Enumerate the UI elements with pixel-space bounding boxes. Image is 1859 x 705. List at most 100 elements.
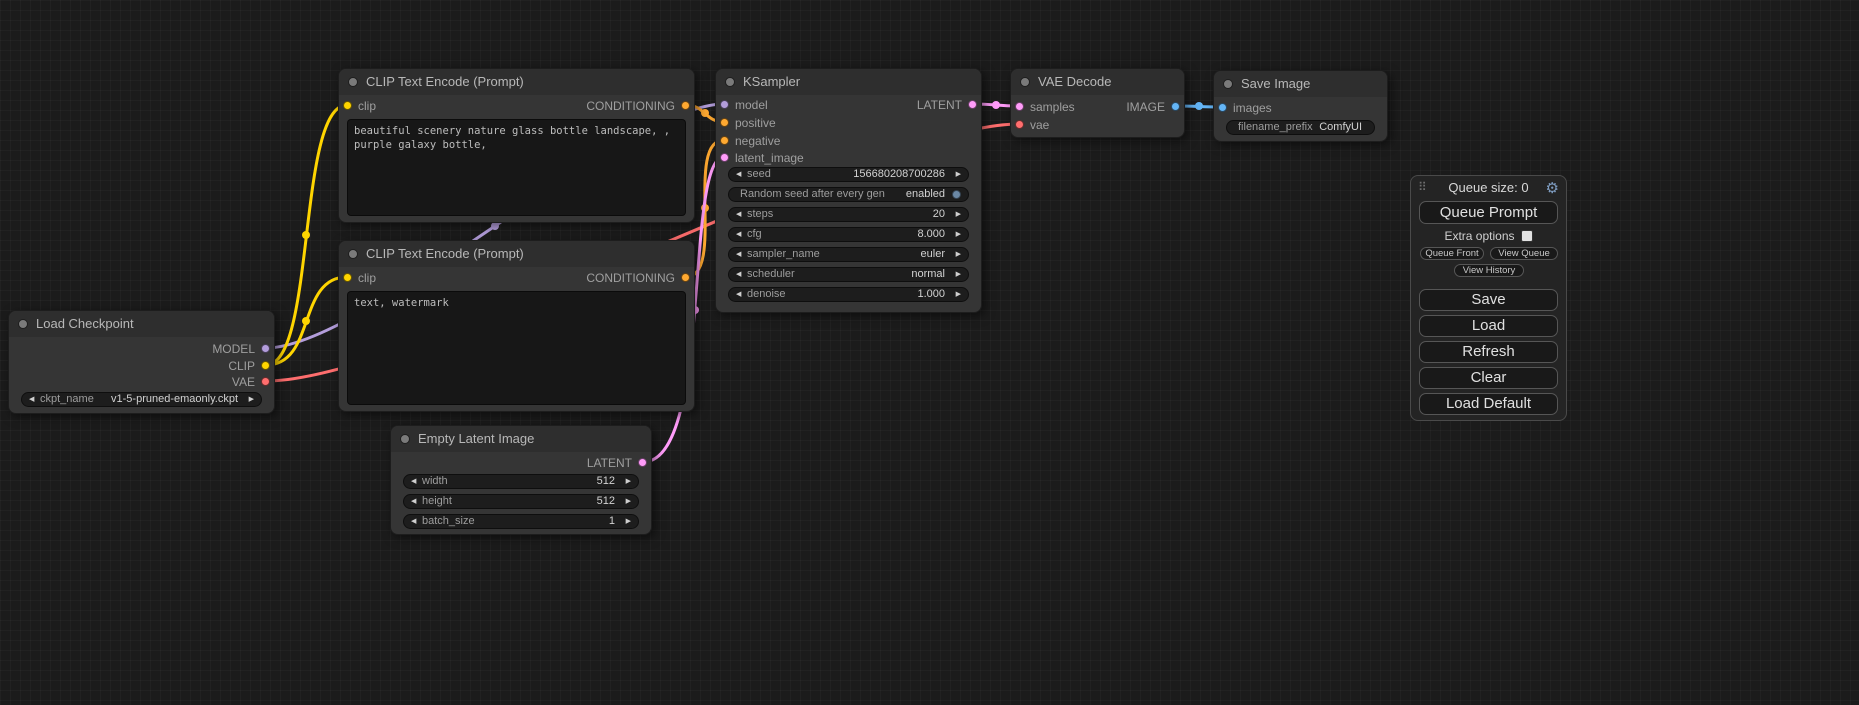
- model-slot-dot[interactable]: [720, 100, 729, 109]
- positive-prompt-textarea[interactable]: beautiful scenery nature glass bottle la…: [347, 119, 686, 216]
- right-arrow-icon[interactable]: ▶: [950, 288, 961, 301]
- conditioning-slot-dot[interactable]: [720, 118, 729, 127]
- batch-size-widget[interactable]: ◀ batch_size 1 ▶: [403, 514, 639, 529]
- left-arrow-icon[interactable]: ◀: [411, 495, 422, 508]
- input-clip[interactable]: clip: [339, 271, 376, 285]
- image-slot-dot[interactable]: [1171, 102, 1180, 111]
- collapse-dot-icon[interactable]: [1223, 79, 1233, 89]
- collapse-dot-icon[interactable]: [725, 77, 735, 87]
- refresh-button[interactable]: Refresh: [1419, 341, 1558, 363]
- sampler-name-widget[interactable]: ◀ sampler_name euler ▶: [728, 247, 969, 262]
- output-latent[interactable]: LATENT: [917, 98, 981, 112]
- empty-latent-title-bar[interactable]: Empty Latent Image: [391, 426, 651, 452]
- input-images[interactable]: images: [1214, 101, 1272, 115]
- output-image[interactable]: IMAGE: [1126, 100, 1184, 114]
- left-arrow-icon[interactable]: ◀: [736, 228, 747, 241]
- input-samples[interactable]: samples: [1011, 100, 1075, 114]
- view-history-button[interactable]: View History: [1454, 264, 1524, 277]
- input-clip[interactable]: clip: [339, 99, 376, 113]
- queue-front-button[interactable]: Queue Front: [1420, 247, 1484, 260]
- left-arrow-icon[interactable]: ◀: [736, 168, 747, 181]
- latent-slot-dot[interactable]: [968, 100, 977, 109]
- right-arrow-icon[interactable]: ▶: [950, 268, 961, 281]
- load-button[interactable]: Load: [1419, 315, 1558, 337]
- input-model[interactable]: model: [716, 98, 768, 112]
- gear-icon[interactable]: ⚙: [1546, 179, 1559, 197]
- left-arrow-icon[interactable]: ◀: [29, 393, 40, 406]
- right-arrow-icon[interactable]: ▶: [950, 168, 961, 181]
- right-arrow-icon[interactable]: ▶: [950, 208, 961, 221]
- ksampler-title-bar[interactable]: KSampler: [716, 69, 981, 95]
- wire-model-midpoint[interactable]: [491, 222, 499, 230]
- wire-clip-midpoint-2[interactable]: [302, 317, 310, 325]
- left-arrow-icon[interactable]: ◀: [736, 288, 747, 301]
- right-arrow-icon[interactable]: ▶: [950, 228, 961, 241]
- random-seed-widget[interactable]: Random seed after every gen enabled: [728, 187, 969, 202]
- output-conditioning[interactable]: CONDITIONING: [586, 271, 694, 285]
- node-load-checkpoint[interactable]: Load Checkpoint MODEL CLIP VAE ◀ ckpt_na…: [8, 310, 275, 414]
- ckpt-name-widget[interactable]: ◀ ckpt_name v1-5-pruned-emaonly.ckpt ▶: [21, 392, 262, 407]
- queue-panel[interactable]: ⠿ Queue size: 0 ⚙ Queue Prompt Extra opt…: [1410, 175, 1567, 421]
- clip-negative-title-bar[interactable]: CLIP Text Encode (Prompt): [339, 241, 694, 267]
- save-button[interactable]: Save: [1419, 289, 1558, 311]
- vae-slot-dot[interactable]: [261, 377, 270, 386]
- right-arrow-icon[interactable]: ▶: [950, 248, 961, 261]
- output-clip[interactable]: CLIP: [228, 359, 274, 373]
- seed-widget[interactable]: ◀ seed 156680208700286 ▶: [728, 167, 969, 182]
- conditioning-slot-dot[interactable]: [720, 136, 729, 145]
- denoise-widget[interactable]: ◀ denoise 1.000 ▶: [728, 287, 969, 302]
- model-slot-dot[interactable]: [261, 344, 270, 353]
- conditioning-slot-dot[interactable]: [681, 273, 690, 282]
- collapse-dot-icon[interactable]: [348, 77, 358, 87]
- filename-prefix-widget[interactable]: filename_prefix ComfyUI: [1226, 120, 1375, 135]
- queue-prompt-button[interactable]: Queue Prompt: [1419, 201, 1558, 224]
- right-arrow-icon[interactable]: ▶: [620, 495, 631, 508]
- node-vae-decode[interactable]: VAE Decode samples vae IMAGE: [1010, 68, 1185, 138]
- negative-prompt-textarea[interactable]: text, watermark: [347, 291, 686, 405]
- node-graph-canvas[interactable]: Load Checkpoint MODEL CLIP VAE ◀ ckpt_na…: [0, 0, 1859, 705]
- latent-slot-dot[interactable]: [1015, 102, 1024, 111]
- input-latent-image[interactable]: latent_image: [716, 151, 804, 165]
- vae-slot-dot[interactable]: [1015, 120, 1024, 129]
- load-checkpoint-title-bar[interactable]: Load Checkpoint: [9, 311, 274, 337]
- clip-slot-dot[interactable]: [343, 101, 352, 110]
- left-arrow-icon[interactable]: ◀: [736, 208, 747, 221]
- output-vae[interactable]: VAE: [232, 375, 274, 389]
- left-arrow-icon[interactable]: ◀: [411, 475, 422, 488]
- wire-samples-midpoint[interactable]: [992, 101, 1000, 109]
- cfg-widget[interactable]: ◀ cfg 8.000 ▶: [728, 227, 969, 242]
- node-clip-text-encode-negative[interactable]: CLIP Text Encode (Prompt) clip CONDITION…: [338, 240, 695, 412]
- wire-clip-midpoint-1[interactable]: [302, 231, 310, 239]
- view-queue-button[interactable]: View Queue: [1490, 247, 1558, 260]
- save-image-title-bar[interactable]: Save Image: [1214, 71, 1387, 97]
- right-arrow-icon[interactable]: ▶: [620, 515, 631, 528]
- latent-slot-dot[interactable]: [638, 458, 647, 467]
- extra-options-checkbox[interactable]: [1521, 230, 1533, 242]
- scheduler-widget[interactable]: ◀ scheduler normal ▶: [728, 267, 969, 282]
- latent-slot-dot[interactable]: [720, 153, 729, 162]
- input-positive[interactable]: positive: [716, 116, 776, 130]
- toggle-dot-icon[interactable]: [952, 190, 961, 199]
- collapse-dot-icon[interactable]: [18, 319, 28, 329]
- vae-decode-title-bar[interactable]: VAE Decode: [1011, 69, 1184, 95]
- clip-slot-dot[interactable]: [261, 361, 270, 370]
- image-slot-dot[interactable]: [1218, 103, 1227, 112]
- node-save-image[interactable]: Save Image images filename_prefix ComfyU…: [1213, 70, 1388, 142]
- clip-slot-dot[interactable]: [343, 273, 352, 282]
- input-vae[interactable]: vae: [1011, 118, 1049, 132]
- right-arrow-icon[interactable]: ▶: [243, 393, 254, 406]
- width-widget[interactable]: ◀ width 512 ▶: [403, 474, 639, 489]
- conditioning-slot-dot[interactable]: [681, 101, 690, 110]
- left-arrow-icon[interactable]: ◀: [736, 268, 747, 281]
- output-latent[interactable]: LATENT: [587, 456, 651, 470]
- wire-positive-midpoint[interactable]: [701, 109, 709, 117]
- load-default-button[interactable]: Load Default: [1419, 393, 1558, 415]
- collapse-dot-icon[interactable]: [1020, 77, 1030, 87]
- clear-button[interactable]: Clear: [1419, 367, 1558, 389]
- node-ksampler[interactable]: KSampler model positive negative latent_…: [715, 68, 982, 313]
- wire-image-midpoint[interactable]: [1195, 102, 1203, 110]
- clip-positive-title-bar[interactable]: CLIP Text Encode (Prompt): [339, 69, 694, 95]
- output-conditioning[interactable]: CONDITIONING: [586, 99, 694, 113]
- height-widget[interactable]: ◀ height 512 ▶: [403, 494, 639, 509]
- collapse-dot-icon[interactable]: [348, 249, 358, 259]
